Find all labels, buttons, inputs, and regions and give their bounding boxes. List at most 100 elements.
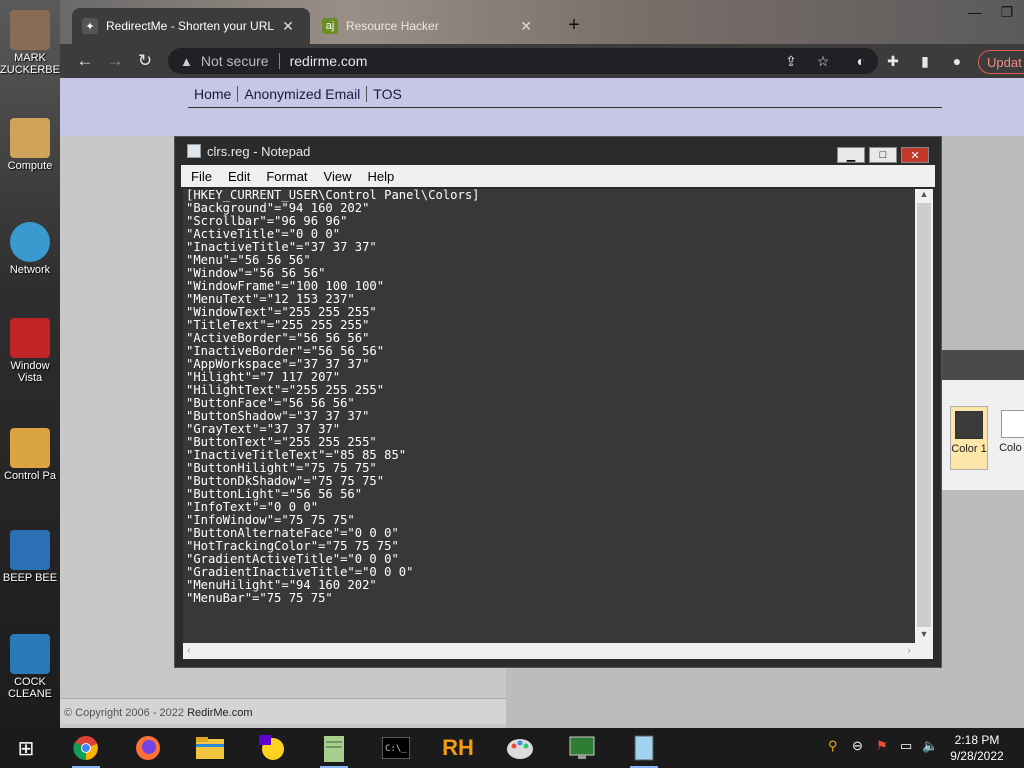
back-arrow-icon[interactable]: ←	[70, 46, 100, 76]
paint-icon[interactable]	[500, 732, 540, 764]
new-tab-button[interactable]: +	[564, 14, 584, 37]
chrome-icon[interactable]	[66, 732, 106, 768]
desktop-icon-label: COCK CLEANE	[7, 676, 53, 700]
notepad-titlebar[interactable]: clrs.reg - Notepad	[175, 137, 941, 165]
scroll-left-icon[interactable]: ‹	[187, 645, 191, 657]
paint-ribbon-strip	[942, 350, 1024, 380]
firefox-icon[interactable]	[128, 732, 168, 764]
menu-edit[interactable]: Edit	[218, 169, 256, 184]
notepad-title: clrs.reg - Notepad	[207, 143, 311, 159]
minimize-window-icon[interactable]: —	[960, 4, 990, 20]
menu-format[interactable]: Format	[256, 169, 313, 184]
tab-title: Resource Hacker	[346, 19, 439, 33]
scroll-down-icon[interactable]: ▼	[915, 629, 933, 643]
tray-status-icon[interactable]: ⊖	[852, 738, 863, 754]
side-panel-icon[interactable]: ▮	[912, 48, 938, 74]
color2-preview	[1001, 410, 1024, 438]
update-button[interactable]: Updat	[978, 50, 1024, 74]
desktop-icon-label: Control Pa	[4, 470, 56, 482]
color1-swatch[interactable]: Color 1	[950, 406, 988, 470]
translate-extension-icon[interactable]: ◐	[848, 48, 874, 74]
tab-redirectme[interactable]: ✦ RedirectMe - Shorten your URL ✕	[72, 8, 310, 44]
address-bar[interactable]: ▲ Not secure redirme.com	[168, 48, 878, 74]
tab-title: RedirectMe - Shorten your URL	[106, 19, 275, 33]
clock-time: 2:18 PM	[954, 733, 1000, 747]
monitor-tray-icon[interactable]: ▭	[900, 738, 912, 754]
close-tab-icon[interactable]: ✕	[282, 18, 294, 35]
notepad-icon	[187, 144, 201, 158]
volume-icon[interactable]: 🔈	[922, 738, 938, 754]
notepad-window: clrs.reg - Notepad ▁ □ ✕ File Edit Forma…	[174, 136, 942, 668]
footer-brand-link[interactable]: RedirMe.com	[187, 707, 252, 719]
browser-toolbar: ← → ↻ ▲ Not secure redirme.com ⇪ ☆ ◐ ✚ ▮…	[60, 44, 1024, 78]
desktop-icon-recycle-bin[interactable]: Window Vista	[0, 318, 60, 384]
scroll-right-icon[interactable]: ›	[907, 645, 911, 657]
forward-arrow-icon[interactable]: →	[100, 46, 130, 76]
restore-window-icon[interactable]: ❐	[992, 4, 1022, 21]
start-windows-icon[interactable]: ⊞	[6, 732, 46, 764]
svg-text:C:\_: C:\_	[385, 744, 407, 754]
close-icon[interactable]: ✕	[901, 147, 929, 163]
desktop-icon-computer[interactable]: Compute	[0, 118, 60, 172]
tab-resource-hacker[interactable]: aj Resource Hacker ✕	[312, 8, 542, 44]
reload-icon[interactable]: ↻	[130, 46, 160, 76]
file-explorer-icon[interactable]	[190, 732, 230, 764]
resize-grip[interactable]	[915, 643, 933, 659]
desktop-icon-control-panel[interactable]: Control Pa	[0, 428, 60, 482]
aj-icon: aj	[322, 18, 338, 34]
desktop-icon-beep[interactable]: BEEP BEE	[0, 530, 60, 584]
cmd-icon[interactable]: C:\_	[376, 732, 416, 764]
redirectme-icon: ✦	[82, 18, 98, 34]
desktop-icon-network[interactable]: Network	[0, 222, 60, 276]
desktop-icon-label: Compute	[7, 160, 53, 172]
nav-home-link[interactable]: Home	[188, 86, 237, 102]
menu-help[interactable]: Help	[357, 169, 400, 184]
network-monitor-icon[interactable]	[562, 732, 602, 764]
tab-strip: ✦ RedirectMe - Shorten your URL ✕ aj Res…	[60, 0, 1024, 44]
scroll-thumb[interactable]	[917, 203, 931, 627]
scroll-up-icon[interactable]: ▲	[915, 189, 933, 203]
notepad-text-area[interactable]: [HKEY_CURRENT_USER\Control Panel\Colors]…	[183, 189, 915, 643]
security-status: Not secure	[200, 53, 269, 69]
beep-app-icon	[10, 530, 50, 570]
profile-avatar-icon[interactable]: ●	[944, 48, 970, 74]
desktop-icon-label: MARK ZUCKERBE	[0, 52, 60, 76]
menu-file[interactable]: File	[181, 169, 218, 184]
desktop-icon-label: Network	[9, 264, 51, 276]
nav-anonymized-email-link[interactable]: Anonymized Email	[237, 86, 366, 102]
minimize-icon[interactable]: ▁	[837, 147, 865, 163]
computer-icon	[10, 118, 50, 158]
nav-divider	[188, 107, 942, 108]
close-tab-icon[interactable]: ✕	[520, 18, 532, 35]
color2-label: Colo 2	[999, 442, 1024, 454]
color1-label: Color 1	[951, 443, 987, 455]
search-icon[interactable]: ⚲	[828, 738, 838, 754]
maximize-icon[interactable]: □	[869, 147, 897, 163]
yahoo-messenger-icon[interactable]	[252, 732, 292, 764]
vertical-scrollbar[interactable]: ▲ ▼	[915, 189, 933, 643]
extensions-puzzle-icon[interactable]: ✚	[880, 48, 906, 74]
desktop-icon-label: Window Vista	[10, 360, 50, 384]
desktop-icon-label: BEEP BEE	[2, 572, 58, 584]
clock-date: 9/28/2022	[950, 749, 1004, 763]
footer-copyright: © Copyright 2006 - 2022	[64, 707, 185, 719]
taskbar-clock[interactable]: 2:18 PM 9/28/2022	[944, 732, 1010, 764]
site-nav: Home Anonymized Email TOS	[188, 86, 408, 102]
color2-swatch[interactable]: Colo 2	[996, 406, 1024, 470]
notepad-menubar: File Edit Format View Help	[181, 165, 935, 187]
horizontal-scrollbar[interactable]: ‹ ›	[183, 643, 915, 659]
share-icon[interactable]: ⇪	[778, 48, 804, 74]
notepad-icon[interactable]	[624, 732, 664, 768]
network-icon	[10, 222, 50, 262]
desktop-icon-mark-zuckerberg[interactable]: MARK ZUCKERBE	[0, 10, 60, 76]
notepad-plus-icon[interactable]	[314, 732, 354, 768]
desktop-icon-cleaner[interactable]: COCK CLEANE	[0, 634, 60, 700]
cleaner-app-icon	[10, 634, 50, 674]
not-secure-warning-icon: ▲	[180, 53, 193, 69]
bookmark-star-icon[interactable]: ☆	[810, 48, 836, 74]
resource-hacker-icon[interactable]: RH	[438, 732, 478, 764]
menu-view[interactable]: View	[314, 169, 358, 184]
color1-preview	[955, 411, 983, 439]
network-alert-icon[interactable]: ⚑	[876, 738, 888, 754]
nav-tos-link[interactable]: TOS	[366, 86, 408, 102]
